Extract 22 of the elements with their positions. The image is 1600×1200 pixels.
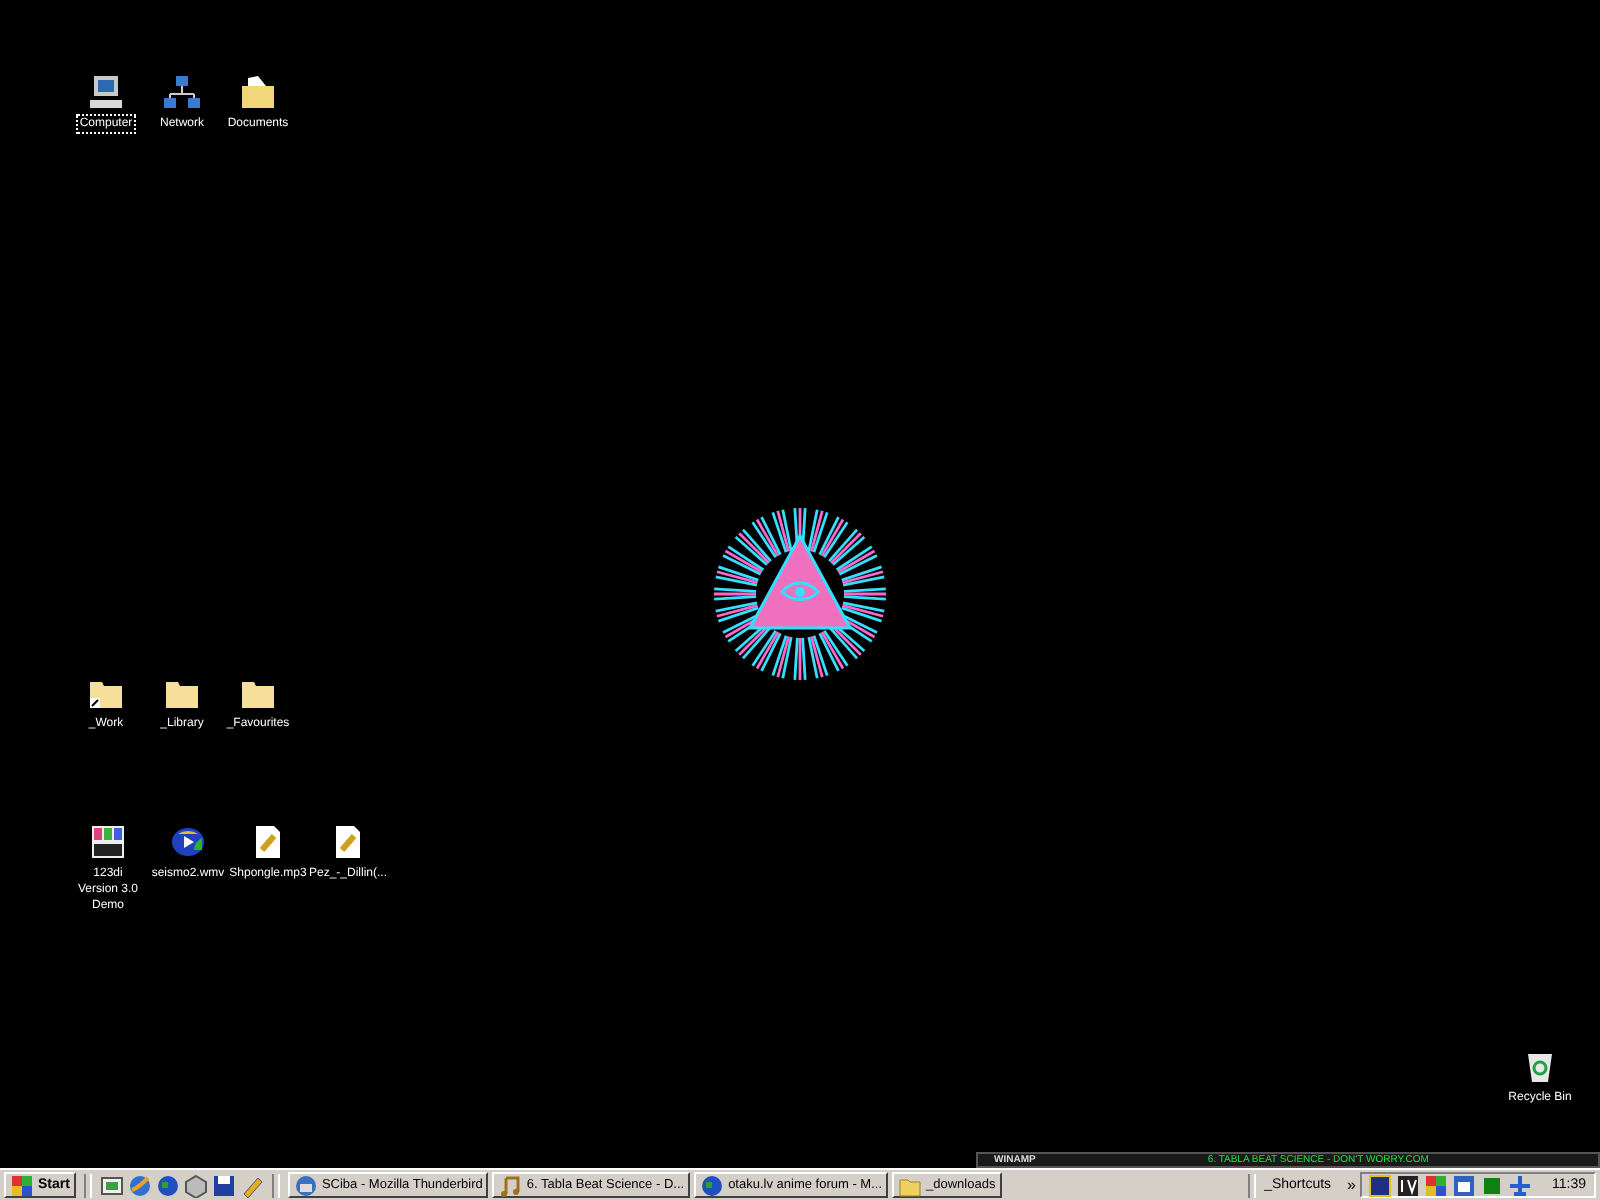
framed-square-icon: [1368, 1173, 1392, 1197]
desktop-icon: [99, 1173, 124, 1197]
recycle-bin-icon: [1522, 1048, 1558, 1084]
colored-blocks-icon: [90, 824, 126, 860]
music-note-icon: [498, 1173, 523, 1197]
color-blocks-icon: [10, 1173, 34, 1197]
audio-file-icon: [330, 824, 366, 860]
pencil-icon: [239, 1173, 264, 1197]
audio-file-icon: [250, 824, 286, 860]
color-blocks-icon: [1424, 1173, 1448, 1197]
globe-icon: [155, 1173, 180, 1197]
browser-icon: [127, 1173, 152, 1197]
envelope-globe-icon: [293, 1173, 318, 1197]
media-player-icon: [170, 824, 206, 860]
computer-icon: [88, 74, 124, 110]
cube-icon: [183, 1173, 208, 1197]
folder-icon: [898, 1173, 923, 1197]
network-icon: [164, 74, 200, 110]
globe-icon: [700, 1173, 725, 1197]
folder-with-documents-icon: [240, 74, 276, 110]
square-tile-icon: [1480, 1173, 1504, 1197]
chevron-button[interactable]: »: [1347, 1176, 1356, 1194]
